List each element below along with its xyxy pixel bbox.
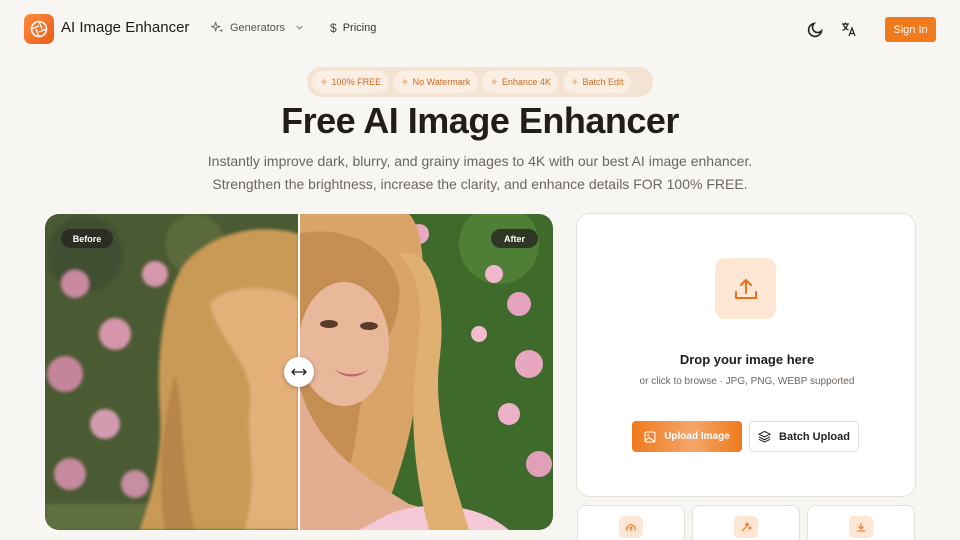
upload-icon (715, 258, 776, 319)
page-title: Free AI Image Enhancer (281, 100, 679, 141)
badge-label: No Watermark (412, 77, 471, 87)
page-subtitle-line2: Strengthen the brightness, increase the … (212, 176, 748, 192)
drop-title: Drop your image here (679, 352, 815, 367)
feature-card-download (807, 505, 915, 540)
page-subtitle-line1: Instantly improve dark, blurry, and grai… (207, 153, 753, 169)
feature-card-enhance (692, 505, 800, 540)
batch-upload-label: Batch Upload (779, 430, 850, 443)
before-label: Before (61, 229, 113, 248)
feature-card-upload (577, 505, 685, 540)
nav-pricing[interactable]: $ Pricing (330, 21, 376, 35)
header: AI Image Enhancer Generators $ Pricing S… (0, 0, 960, 60)
comparison-slider-handle[interactable] (284, 357, 314, 387)
sparkles-icon: ✧ (570, 76, 579, 87)
after-label: After (491, 229, 538, 248)
dollar-icon: $ (330, 21, 337, 35)
drop-subtitle: or click to browse · JPG, PNG, WEBP supp… (639, 376, 855, 387)
cloud-upload-icon (619, 516, 643, 538)
upload-image-label: Upload Image (664, 431, 730, 442)
sparkles-icon (211, 21, 224, 34)
nav-generators[interactable]: Generators (211, 21, 304, 34)
upload-dropzone[interactable]: Drop your image here or click to browse … (576, 213, 916, 497)
arrows-horizontal-icon (291, 368, 307, 376)
download-icon (849, 516, 873, 538)
feature-badges: ✧ 100% FREE ✧ No Watermark ✧ Enhance 4K … (307, 67, 653, 97)
badge-label: Enhance 4K (501, 77, 551, 87)
badge-free: ✧ 100% FREE (312, 71, 390, 93)
after-image (299, 214, 553, 530)
batch-upload-button[interactable]: Batch Upload (749, 421, 859, 452)
badge-label: 100% FREE (331, 77, 382, 87)
sparkles-icon: ✧ (490, 76, 498, 87)
moon-icon[interactable] (807, 20, 825, 43)
upload-image-button[interactable]: Upload Image (632, 421, 742, 452)
badge-batch-edit: ✧ Batch Edit (562, 71, 632, 93)
translate-icon[interactable] (841, 21, 857, 42)
nav-pricing-label: Pricing (342, 22, 377, 34)
brand-name[interactable]: AI Image Enhancer (61, 19, 189, 36)
image-icon (644, 430, 656, 443)
badge-no-watermark: ✧ No Watermark (393, 71, 479, 93)
sparkles-icon: ✧ (401, 76, 409, 87)
badge-label: Batch Edit (582, 77, 624, 87)
logo-aperture-icon[interactable] (24, 14, 54, 44)
nav-generators-label: Generators (230, 21, 286, 34)
before-image (45, 214, 299, 530)
layers-icon (758, 430, 772, 443)
magic-wand-icon (734, 516, 758, 538)
sign-in-button[interactable]: Sign In (885, 17, 936, 42)
sparkles-icon: ✧ (320, 76, 328, 87)
badge-enhance-4k: ✧ Enhance 4K (482, 71, 559, 93)
chevron-down-icon (296, 25, 303, 30)
before-after-comparison[interactable]: Before After (45, 214, 553, 530)
